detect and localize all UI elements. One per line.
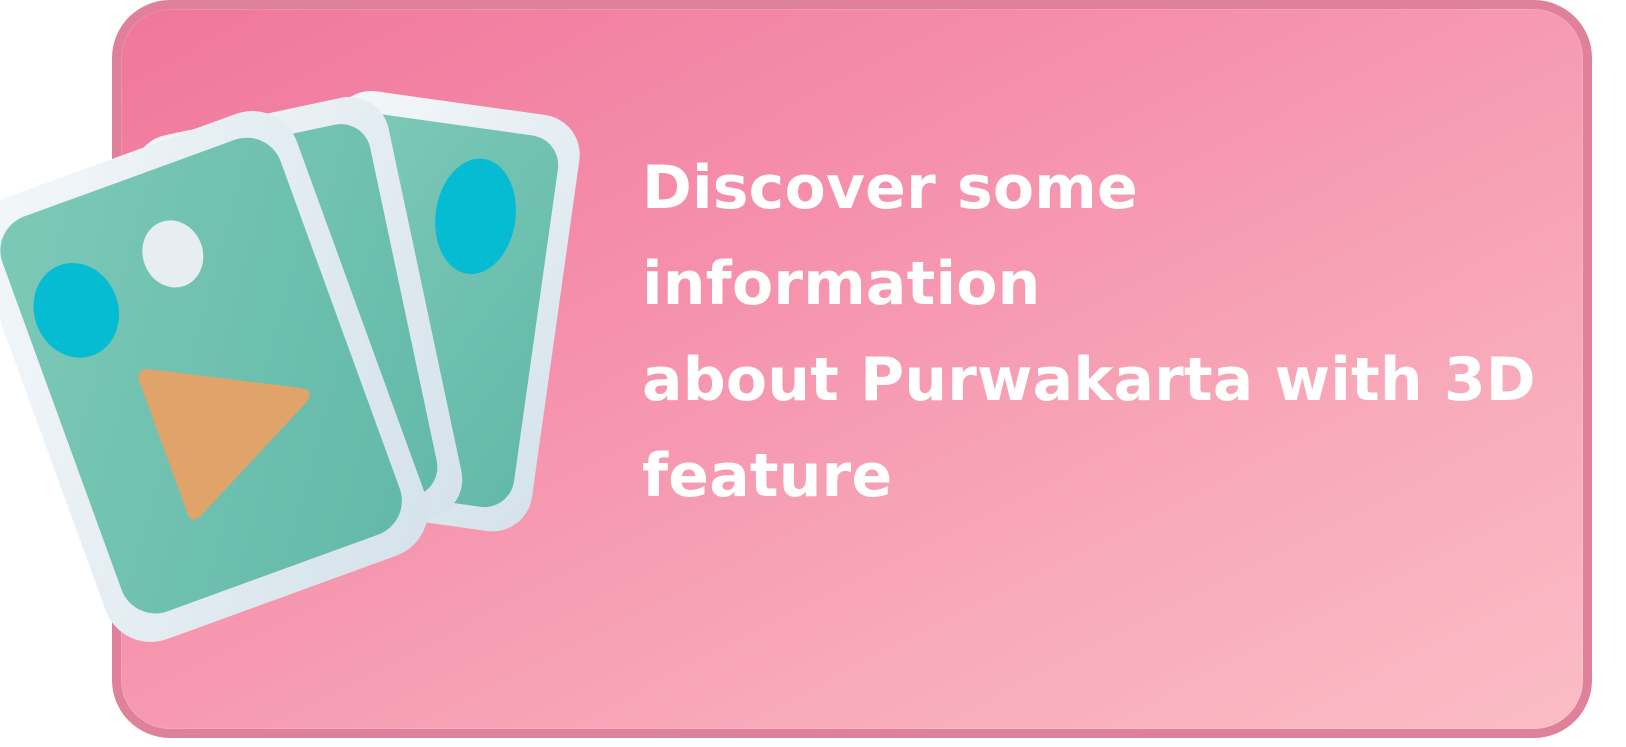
photo-gallery-3d-icon (0, 91, 580, 642)
banner-headline: Discover some information about Purwakar… (642, 153, 1536, 511)
feature-banner: Discover some information about Purwakar… (0, 0, 1626, 747)
